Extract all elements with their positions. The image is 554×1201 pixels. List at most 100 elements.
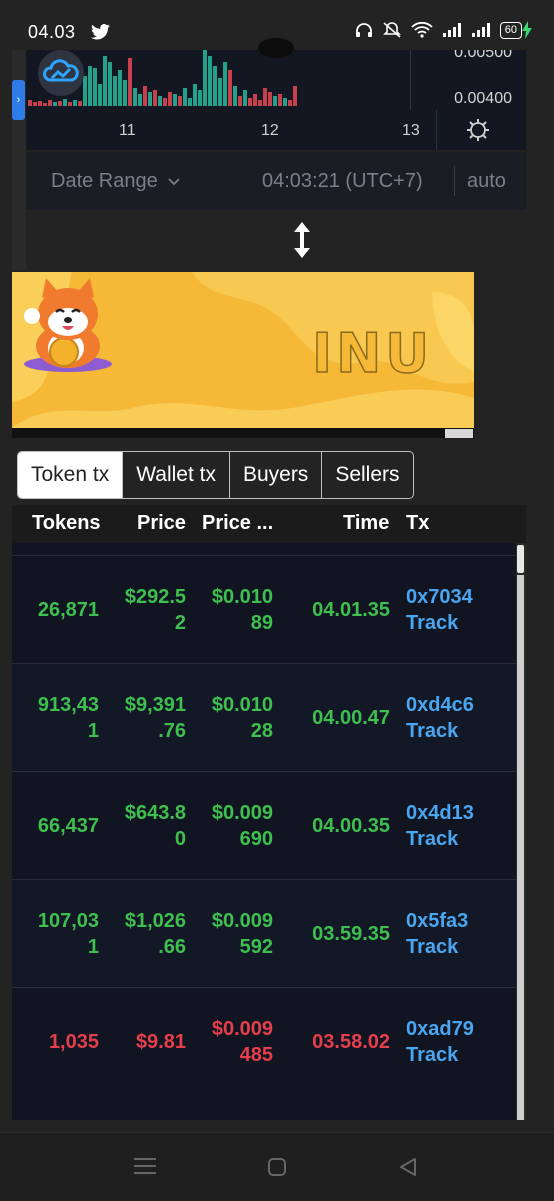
table-row[interactable]: 1,035 $9.81 $0.009 485 03.58.02 0xad79 Track [12, 987, 516, 1094]
column-header-price[interactable]: Price [137, 512, 186, 535]
cell-price-usd-line: $0.009 [211, 910, 273, 932]
candle [133, 88, 137, 106]
chart-toolbar: Date Range 04:03:21 (UTC+7) auto [26, 152, 526, 210]
back-icon[interactable] [398, 1157, 418, 1177]
track-link[interactable]: Track [406, 1042, 474, 1068]
candle [178, 96, 182, 106]
cell-price-usd-line: 485 [239, 1044, 273, 1066]
cell-time: 03.59.35 [312, 923, 390, 945]
cell-price-usd-line: 690 [239, 828, 273, 850]
candle [98, 84, 102, 106]
toolbar-divider [454, 166, 455, 196]
cell-price-usd: $0.009 485 [193, 1016, 273, 1068]
cell-price-line: .76 [158, 720, 186, 742]
cell-price-usd-line: 28 [250, 720, 273, 742]
candle [293, 86, 297, 106]
candle [228, 70, 232, 106]
candle [138, 94, 142, 106]
tx-hash-link[interactable]: 0x5fa3 [406, 908, 468, 934]
tx-hash-link[interactable]: 0xad79 [406, 1016, 474, 1042]
candle [223, 62, 227, 106]
tab-wallet-tx[interactable]: Wallet tx [122, 452, 229, 498]
table-row[interactable]: 107,03 1 $1,026 .66 $0.009 592 03.59.35 0x5fa3 T… [12, 879, 516, 986]
cell-price: $9,391 .76 [106, 692, 186, 744]
tx-hash-link[interactable]: 0x7034 [406, 584, 473, 610]
candle [258, 100, 262, 106]
track-link[interactable]: Track [406, 718, 474, 744]
track-link[interactable]: Track [406, 610, 473, 636]
twitter-icon [91, 24, 110, 40]
home-icon[interactable] [267, 1157, 287, 1177]
column-header-tx[interactable]: Tx [406, 512, 429, 535]
cell-tokens: 26,871 [12, 597, 99, 623]
track-link[interactable]: Track [406, 934, 468, 960]
candle [103, 56, 107, 106]
battery-icon: 60 [499, 21, 532, 39]
cell-tokens: 1,035 [12, 1029, 99, 1055]
tx-hash-link[interactable]: 0xd4c6 [406, 692, 474, 718]
gear-icon[interactable] [466, 118, 490, 142]
candle [188, 98, 192, 106]
table-row[interactable]: 66,437 $643.8 0 $0.009 690 04.00.35 0x4d13 Trac… [12, 771, 516, 878]
menu-icon[interactable] [134, 1157, 156, 1175]
status-icons: 60 [355, 21, 532, 39]
resize-vertical-icon[interactable] [289, 220, 315, 260]
cell-tokens: 107,03 1 [12, 908, 99, 960]
x-tick: 12 [261, 122, 279, 139]
cell-price: $1,026 .66 [106, 908, 186, 960]
cell-price-usd-line: $0.009 [211, 1018, 273, 1040]
candle [263, 88, 267, 106]
date-range-button[interactable]: Date Range [51, 170, 181, 193]
tab-buyers[interactable]: Buyers [228, 452, 321, 498]
column-header-time[interactable]: Time [343, 512, 389, 535]
column-header-tokens[interactable]: Tokens [32, 512, 101, 535]
cell-price-usd-line: $0.010 [211, 586, 273, 608]
auto-scale-button[interactable]: auto [467, 170, 506, 193]
banner-scroll-thumb[interactable] [445, 429, 473, 438]
tx-hash-link[interactable]: 0x4d13 [406, 800, 474, 826]
banner-text: INU [311, 321, 434, 386]
cell-price-line: $643.8 [124, 802, 186, 824]
candle [283, 98, 287, 106]
tab-sellers[interactable]: Sellers [321, 452, 412, 498]
cell-price-usd-line: $0.009 [211, 802, 273, 824]
candle [243, 90, 247, 106]
chart-clock: 04:03:21 (UTC+7) [262, 170, 423, 192]
candle [123, 80, 127, 106]
table-row[interactable]: 26,871 $292.5 2 $0.010 89 04.01.35 0x7034 Track [12, 555, 516, 662]
candle [233, 86, 237, 106]
track-link[interactable]: Track [406, 826, 474, 852]
tab-token-tx[interactable]: Token tx [18, 452, 123, 498]
cell-price-line: $9,391 [124, 694, 186, 716]
cell-tokens-line: 26,871 [37, 599, 99, 621]
candle [203, 50, 207, 106]
side-panel-toggle[interactable]: › [12, 80, 25, 120]
candle [288, 100, 292, 106]
candle [238, 96, 242, 106]
cell-price-usd-line: $0.010 [211, 694, 273, 716]
price-label-high: 0.00500 [454, 50, 512, 61]
banner-scrollbar [12, 428, 474, 438]
candle [68, 102, 72, 106]
column-header-price-usd[interactable]: Price ... [202, 512, 273, 535]
cell-time: 04.01.35 [312, 599, 390, 621]
candle [43, 103, 47, 106]
charging-icon [522, 21, 532, 39]
axis-divider [436, 110, 437, 150]
cell-price-line: .66 [158, 936, 186, 958]
chart-scroll-knob[interactable] [258, 38, 294, 58]
candle [143, 86, 147, 106]
cell-price-line: $1,026 [124, 910, 186, 932]
tx-table-body: 26,871 $292.5 2 $0.010 89 04.01.35 0x7034 Track… [12, 543, 516, 1120]
table-scroll-track[interactable] [517, 575, 524, 1120]
cell-price-usd: $0.010 28 [193, 692, 273, 744]
cell-tokens-line: 66,437 [37, 815, 99, 837]
table-scroll-thumb[interactable] [517, 545, 524, 573]
candle [88, 66, 92, 106]
mute-icon [382, 22, 401, 38]
cell-tokens-line: 1 [87, 936, 99, 958]
cell-price-usd-line: 592 [239, 936, 273, 958]
table-row[interactable]: 913,43 1 $9,391 .76 $0.010 28 04.00.47 0xd4c6 Tr… [12, 663, 516, 770]
cell-tx: 0x4d13 Track [406, 800, 474, 852]
ad-banner[interactable]: INU [12, 272, 474, 428]
